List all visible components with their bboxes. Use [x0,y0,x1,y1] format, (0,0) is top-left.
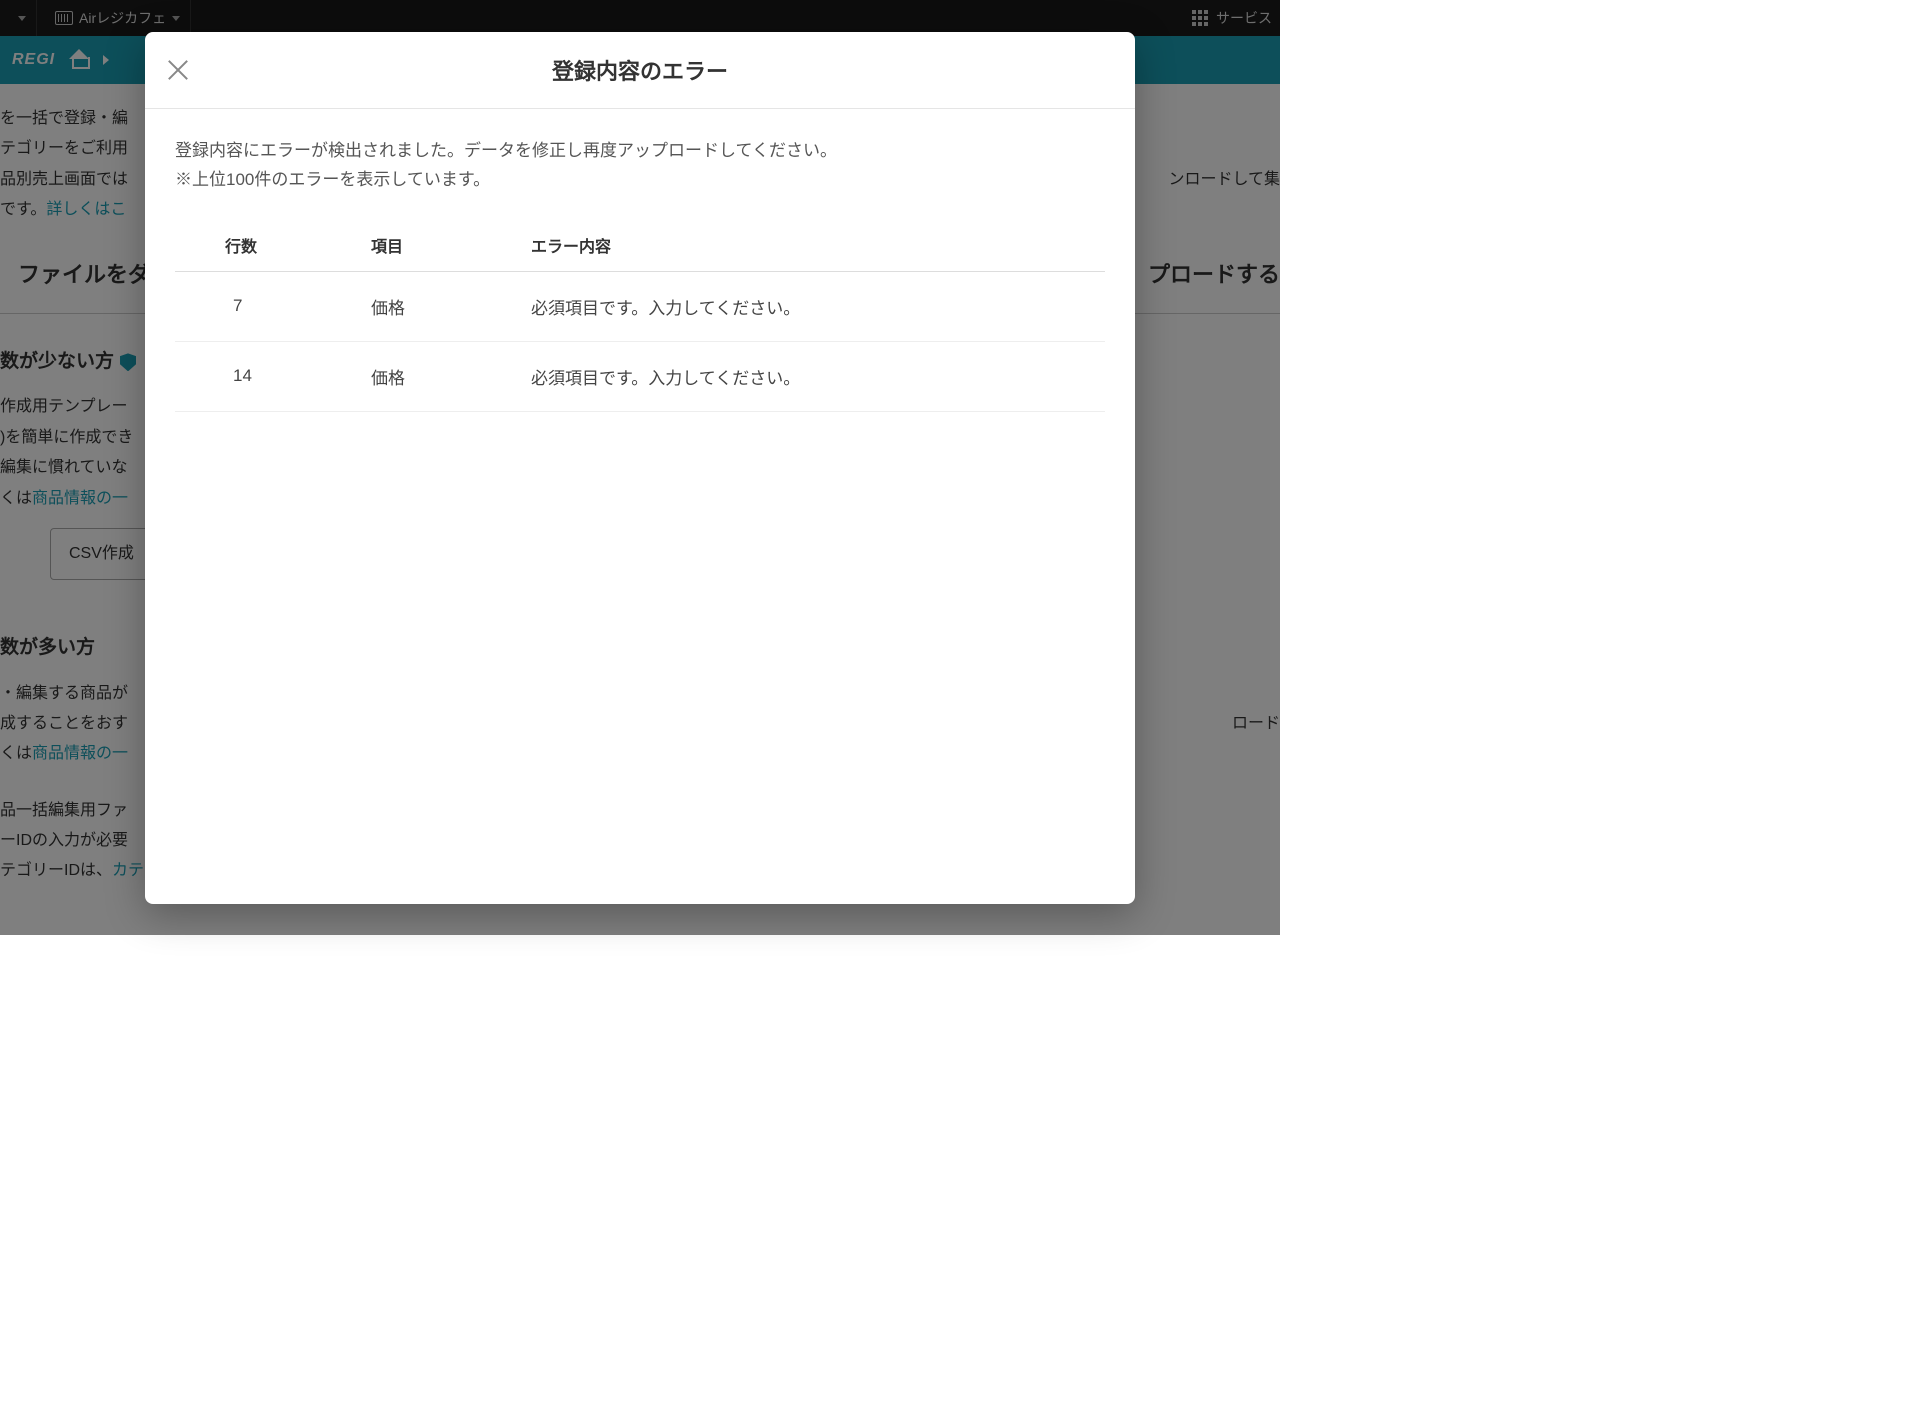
col-row: 行数 [175,219,355,272]
modal-description: 登録内容にエラーが検出されました。データを修正し再度アップロードしてください。 … [175,137,1105,195]
cell-field: 価格 [355,271,515,341]
col-message: エラー内容 [515,219,1105,272]
modal-title: 登録内容のエラー [165,54,1115,86]
error-table: 行数 項目 エラー内容 7価格必須項目です。入力してください。14価格必須項目で… [175,219,1105,412]
cell-row: 7 [175,271,355,341]
cell-message: 必須項目です。入力してください。 [515,271,1105,341]
col-field: 項目 [355,219,515,272]
table-row: 7価格必須項目です。入力してください。 [175,271,1105,341]
close-button[interactable] [165,57,191,83]
modal-overlay[interactable]: 登録内容のエラー 登録内容にエラーが検出されました。データを修正し再度アップロー… [0,0,1280,935]
error-modal: 登録内容のエラー 登録内容にエラーが検出されました。データを修正し再度アップロー… [145,32,1135,904]
table-header-row: 行数 項目 エラー内容 [175,219,1105,272]
modal-body: 登録内容にエラーが検出されました。データを修正し再度アップロードしてください。 … [145,109,1135,440]
modal-header: 登録内容のエラー [145,32,1135,109]
cell-message: 必須項目です。入力してください。 [515,341,1105,411]
cell-row: 14 [175,341,355,411]
table-row: 14価格必須項目です。入力してください。 [175,341,1105,411]
cell-field: 価格 [355,341,515,411]
